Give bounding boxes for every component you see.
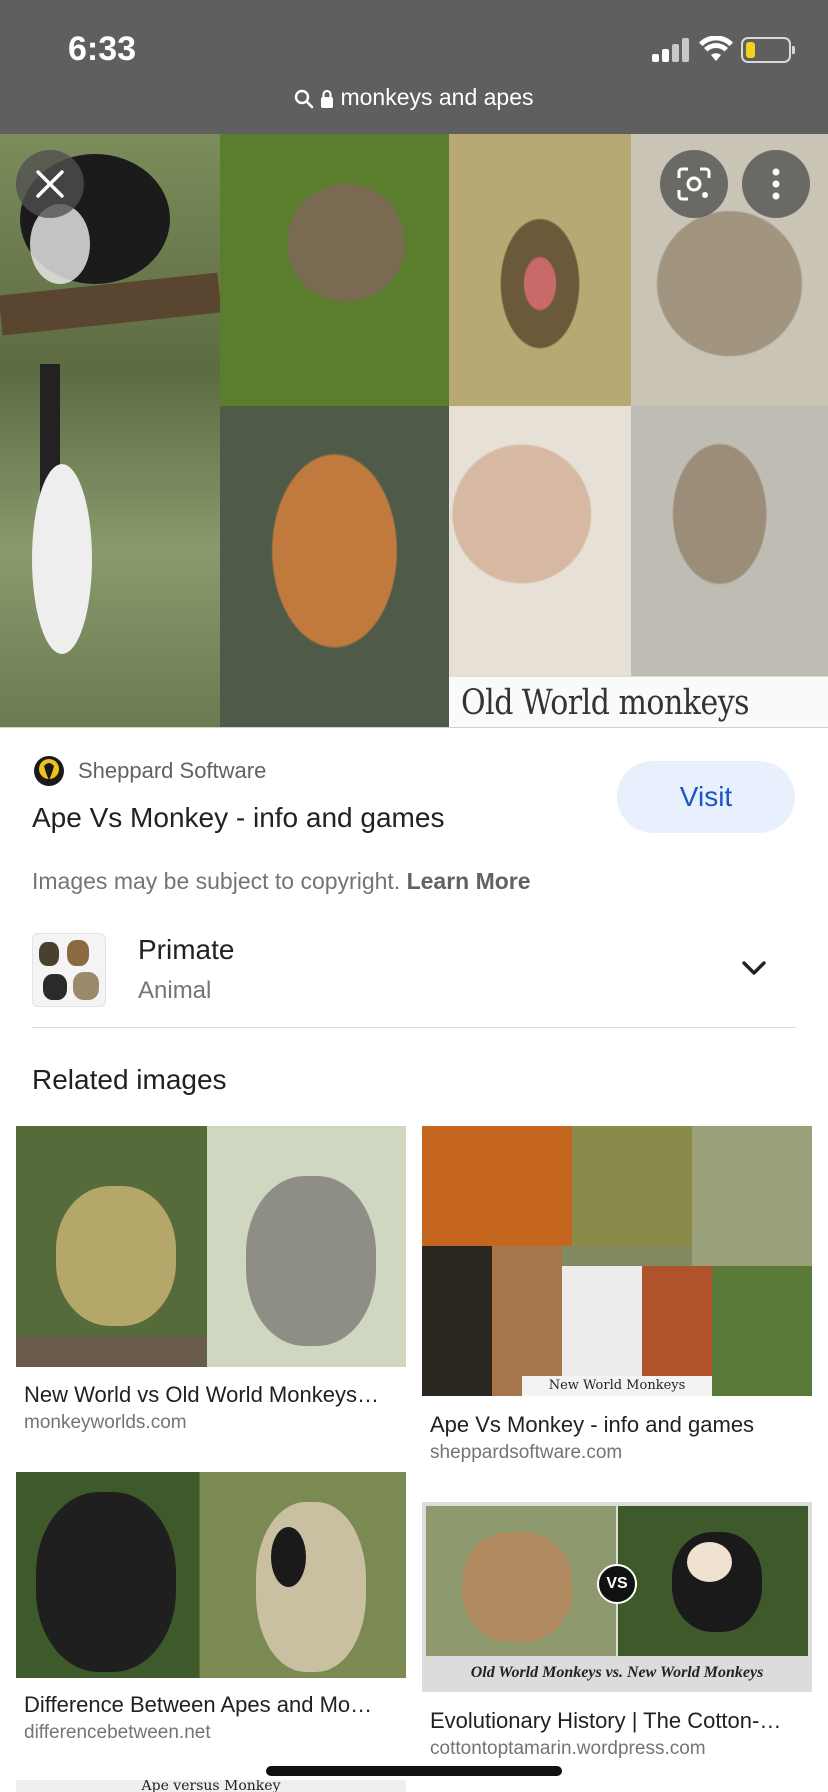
copyright-text: Images may be subject to copyright. — [32, 868, 401, 894]
vs-badge: VS — [597, 1564, 637, 1604]
related-image[interactable]: VS Old World Monkeys vs. New World Monke… — [422, 1502, 812, 1692]
related-image-caption: New World Monkeys — [548, 1378, 686, 1393]
lock-icon — [321, 89, 334, 108]
url-bar[interactable]: monkeys and apes — [0, 84, 828, 111]
related-images-heading: Related images — [32, 1064, 227, 1095]
source-row[interactable]: Sheppard Software — [32, 754, 266, 788]
related-card-title: Difference Between Apes and Mo… — [24, 1692, 373, 1717]
copyright-notice: Images may be subject to copyright. Lear… — [32, 868, 531, 895]
sheppard-software-logo-icon — [34, 756, 64, 786]
source-name: Sheppard Software — [78, 758, 267, 783]
related-card-domain: differencebetween.net — [24, 1722, 211, 1743]
cellular-signal-icon — [652, 38, 692, 62]
hero-tile-colobus — [0, 134, 220, 728]
home-indicator[interactable] — [266, 1766, 562, 1776]
entity-title: Primate — [138, 934, 235, 965]
learn-more-link[interactable]: Learn More — [407, 868, 531, 894]
related-card-title: New World vs Old World Monkeys… — [24, 1382, 379, 1407]
hero-tile-mandrill — [449, 134, 631, 406]
page-title[interactable]: Ape Vs Monkey - info and games — [32, 802, 444, 834]
divider — [0, 727, 828, 728]
search-icon — [295, 89, 314, 109]
visit-button[interactable]: Visit — [617, 761, 795, 833]
hero-tile-baboon — [220, 134, 449, 406]
url-query: monkeys and apes — [340, 84, 534, 110]
lens-icon — [677, 167, 711, 201]
entity-subtitle: Animal — [138, 977, 212, 1004]
top-bar: 6:33 monkeys and apes — [0, 0, 828, 134]
chevron-down-icon[interactable] — [740, 954, 768, 982]
related-card-title: Evolutionary History | The Cotton-… — [430, 1708, 782, 1733]
related-image[interactable] — [16, 1126, 406, 1367]
battery-icon — [741, 37, 795, 63]
related-card-domain: monkeyworlds.com — [24, 1412, 187, 1433]
hero-caption-box: Old World monkeys — [449, 676, 828, 728]
more-vert-icon — [772, 168, 780, 200]
related-card-title: Ape Vs Monkey - info and games — [430, 1412, 755, 1437]
lens-button[interactable] — [660, 150, 728, 218]
related-image[interactable]: New World Monkeys — [422, 1126, 812, 1396]
close-icon — [36, 170, 64, 198]
hero-caption: Old World monkeys — [461, 683, 750, 724]
close-button[interactable] — [16, 150, 84, 218]
related-card-domain: cottontoptamarin.wordpress.com — [430, 1738, 706, 1759]
related-image[interactable] — [16, 1472, 406, 1678]
related-image-caption: Ape versus Monkey — [141, 1780, 281, 1792]
status-time: 6:33 — [68, 30, 137, 68]
entity-thumbnail — [32, 933, 106, 1007]
entity-row[interactable]: Primate Animal — [32, 930, 796, 1028]
hero-tile-macaque — [449, 406, 631, 676]
related-card-domain: sheppardsoftware.com — [430, 1442, 623, 1463]
hero-image[interactable]: Old World monkeys — [0, 134, 828, 728]
related-card-partial[interactable]: Ape versus Monkey — [16, 1780, 406, 1792]
related-image-caption: Old World Monkeys vs. New World Monkeys — [470, 1664, 764, 1681]
wifi-icon — [699, 36, 733, 61]
hero-tile-golden-monkey — [220, 406, 449, 728]
hero-tile-patas — [631, 406, 828, 676]
more-options-button[interactable] — [742, 150, 810, 218]
